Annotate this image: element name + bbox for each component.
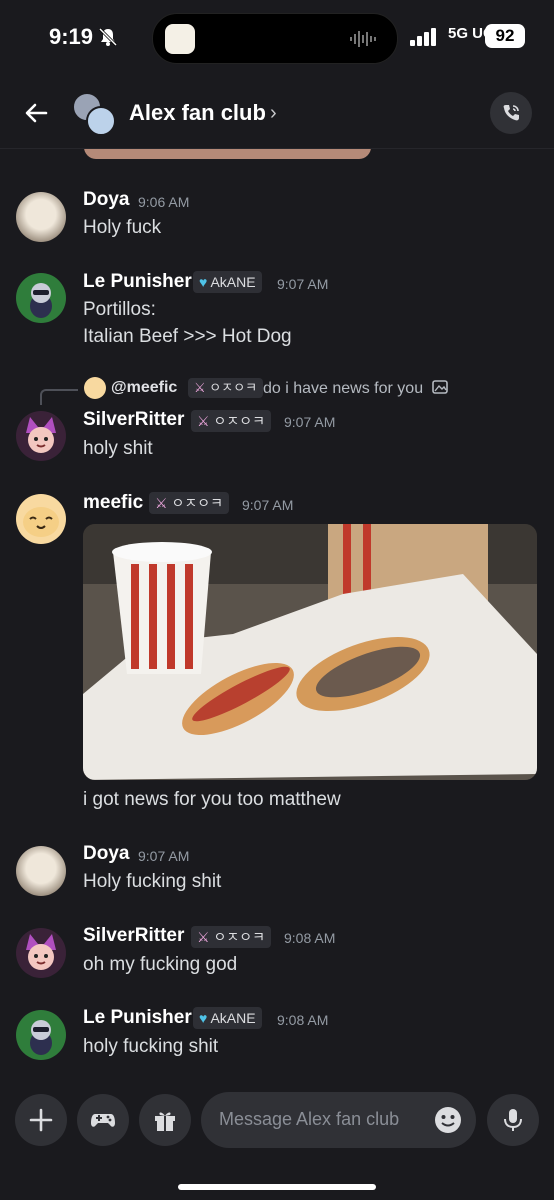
bell-off-icon xyxy=(98,27,118,47)
message-text: Holy fuck xyxy=(83,217,162,238)
tag-label: ㅇㅈㅇㅋ xyxy=(213,929,265,945)
add-attachment-button[interactable] xyxy=(15,1094,67,1146)
home-indicator[interactable] xyxy=(178,1184,376,1190)
audio-wave-icon xyxy=(350,31,376,47)
dynamic-island xyxy=(152,13,398,64)
status-time: 9:19 xyxy=(49,24,94,49)
raccoon-avatar-art xyxy=(30,1020,52,1055)
message-timestamp: 9:08 AM xyxy=(277,1012,329,1028)
sword-icon: ⚔ xyxy=(155,495,168,511)
now-playing-app-icon xyxy=(165,24,195,54)
user-tag[interactable]: ♥ AkANE xyxy=(193,1007,262,1029)
cellular-signal-icon xyxy=(410,28,436,46)
avatar-silverritter[interactable] xyxy=(16,411,66,461)
message-text: Holy fucking shit xyxy=(83,871,222,892)
message-list[interactable]: Doya 9:06 AM Holy fuck Le Punisher ♥ AkA… xyxy=(0,149,554,1080)
tag-label: AkANE xyxy=(210,1010,256,1026)
activities-button[interactable] xyxy=(77,1094,129,1146)
author-name[interactable]: Le Punisher xyxy=(83,271,192,293)
message-text: i got news for you too matthew xyxy=(83,789,341,810)
message-timestamp: 9:07 AM xyxy=(277,276,329,292)
message-input-placeholder: Message Alex fan club xyxy=(219,1109,400,1129)
voice-message-button[interactable] xyxy=(487,1094,539,1146)
message-timestamp: 9:07 AM xyxy=(284,414,336,430)
status-bar: 9:19 5G UC 92 xyxy=(0,0,554,80)
author-name[interactable]: SilverRitter xyxy=(83,409,184,431)
message-text: oh my fucking god xyxy=(83,954,238,975)
heart-icon: ♥ xyxy=(199,274,208,290)
gamepad-icon xyxy=(91,1114,115,1127)
smiling-face-avatar-art xyxy=(23,507,59,537)
avatar-doya[interactable] xyxy=(16,192,66,242)
plus-icon xyxy=(29,1108,53,1132)
tag-label: AkANE xyxy=(210,274,256,290)
tag-label: ㅇㅈㅇㅋ xyxy=(209,380,258,395)
previous-image-attachment[interactable] xyxy=(84,149,371,159)
sword-icon: ⚔ xyxy=(194,380,206,395)
message-text: Portillos: xyxy=(83,299,156,320)
back-arrow-icon[interactable] xyxy=(22,98,52,128)
message-text: Italian Beef >>> Hot Dog xyxy=(83,326,292,347)
avatar-le-punisher[interactable] xyxy=(16,1010,66,1060)
avatar-doya[interactable] xyxy=(16,846,66,896)
voice-call-button[interactable] xyxy=(490,92,532,134)
avatar-meefic[interactable] xyxy=(16,494,66,544)
message-text: holy shit xyxy=(83,438,153,459)
message-timestamp: 9:07 AM xyxy=(242,497,294,513)
gift-button[interactable] xyxy=(139,1094,191,1146)
gift-icon xyxy=(155,1112,175,1131)
reply-author[interactable]: @meefic xyxy=(111,379,177,397)
purple-hood-avatar-art xyxy=(26,417,56,453)
chevron-right-icon[interactable]: › xyxy=(270,102,277,125)
emoji-icon[interactable] xyxy=(434,1106,462,1134)
member-avatar xyxy=(86,106,116,136)
food-photo-attachment[interactable] xyxy=(83,524,537,780)
group-avatar[interactable] xyxy=(72,92,116,136)
author-name[interactable]: Doya xyxy=(83,843,129,865)
reply-connector xyxy=(40,389,78,405)
message-composer: Message Alex fan club xyxy=(0,1080,554,1200)
tag-label: ㅇㅈㅇㅋ xyxy=(213,413,265,429)
reply-preview-text[interactable]: do i have news for you xyxy=(263,379,448,398)
author-name[interactable]: SilverRitter xyxy=(83,925,184,947)
user-tag[interactable]: ⚔ ㅇㅈㅇㅋ xyxy=(149,492,229,514)
message-text: holy fucking shit xyxy=(83,1036,219,1057)
user-tag[interactable]: ⚔ ㅇㅈㅇㅋ xyxy=(191,926,271,948)
message-input[interactable]: Message Alex fan club xyxy=(201,1092,476,1148)
tag-label: ㅇㅈㅇㅋ xyxy=(171,495,223,511)
purple-hood-avatar-art xyxy=(26,934,56,970)
raccoon-avatar-art xyxy=(30,283,52,318)
author-name[interactable]: Doya xyxy=(83,189,129,211)
image-icon xyxy=(431,380,448,394)
sword-icon: ⚔ xyxy=(197,413,210,429)
message-timestamp: 9:08 AM xyxy=(284,930,336,946)
battery-level: 92 xyxy=(485,24,525,48)
author-name[interactable]: Le Punisher xyxy=(83,1007,192,1029)
avatar-silverritter[interactable] xyxy=(16,928,66,978)
user-tag[interactable]: ♥ AkANE xyxy=(193,271,262,293)
heart-icon: ♥ xyxy=(199,1010,208,1026)
photo-content xyxy=(83,524,537,780)
message-timestamp: 9:06 AM xyxy=(138,194,190,210)
channel-title[interactable]: Alex fan club xyxy=(129,100,266,126)
microphone-icon xyxy=(504,1109,522,1131)
user-tag[interactable]: ⚔ ㅇㅈㅇㅋ xyxy=(188,378,264,398)
sword-icon: ⚔ xyxy=(197,929,210,945)
phone-icon xyxy=(503,105,519,121)
channel-header: Alex fan club › xyxy=(0,80,554,149)
avatar-le-punisher[interactable] xyxy=(16,273,66,323)
reply-author-avatar xyxy=(84,377,106,399)
message-timestamp: 9:07 AM xyxy=(138,848,190,864)
user-tag[interactable]: ⚔ ㅇㅈㅇㅋ xyxy=(191,410,271,432)
author-name[interactable]: meefic xyxy=(83,492,143,514)
reply-preview-content: do i have news for you xyxy=(263,380,424,397)
